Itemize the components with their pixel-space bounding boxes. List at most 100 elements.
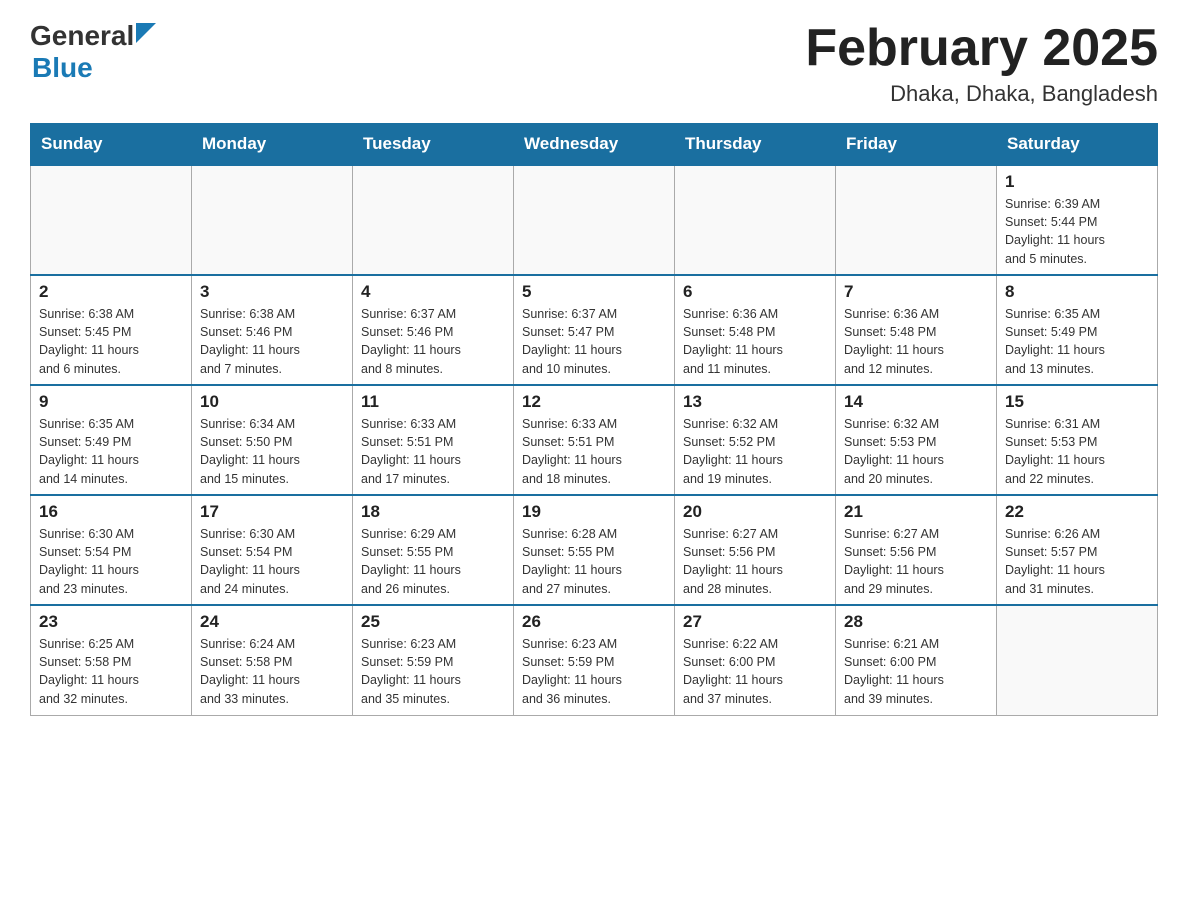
calendar-cell: 13 Sunrise: 6:32 AMSunset: 5:52 PMDayligh… [675,385,836,495]
calendar-cell: 1 Sunrise: 6:39 AMSunset: 5:44 PMDaylight… [997,165,1158,275]
day-info: Sunrise: 6:34 AMSunset: 5:50 PMDaylight:… [200,415,344,488]
weekday-header-sunday: Sunday [31,124,192,166]
calendar-cell: 9 Sunrise: 6:35 AMSunset: 5:49 PMDaylight… [31,385,192,495]
day-info: Sunrise: 6:27 AMSunset: 5:56 PMDaylight:… [844,525,988,598]
day-info: Sunrise: 6:23 AMSunset: 5:59 PMDaylight:… [361,635,505,708]
day-number: 1 [1005,172,1149,192]
title-area: February 2025 Dhaka, Dhaka, Bangladesh [805,20,1158,107]
calendar-cell: 16 Sunrise: 6:30 AMSunset: 5:54 PMDayligh… [31,495,192,605]
day-info: Sunrise: 6:39 AMSunset: 5:44 PMDaylight:… [1005,195,1149,268]
day-info: Sunrise: 6:30 AMSunset: 5:54 PMDaylight:… [200,525,344,598]
day-number: 12 [522,392,666,412]
weekday-header-friday: Friday [836,124,997,166]
location-title: Dhaka, Dhaka, Bangladesh [805,81,1158,107]
day-info: Sunrise: 6:23 AMSunset: 5:59 PMDaylight:… [522,635,666,708]
day-number: 11 [361,392,505,412]
calendar-cell: 27 Sunrise: 6:22 AMSunset: 6:00 PMDayligh… [675,605,836,715]
calendar-week-1: 1 Sunrise: 6:39 AMSunset: 5:44 PMDaylight… [31,165,1158,275]
calendar-cell: 22 Sunrise: 6:26 AMSunset: 5:57 PMDayligh… [997,495,1158,605]
day-info: Sunrise: 6:25 AMSunset: 5:58 PMDaylight:… [39,635,183,708]
day-number: 8 [1005,282,1149,302]
day-info: Sunrise: 6:27 AMSunset: 5:56 PMDaylight:… [683,525,827,598]
logo-triangle-icon [136,23,164,51]
day-info: Sunrise: 6:33 AMSunset: 5:51 PMDaylight:… [522,415,666,488]
day-number: 7 [844,282,988,302]
weekday-header-tuesday: Tuesday [353,124,514,166]
calendar-cell [514,165,675,275]
day-info: Sunrise: 6:21 AMSunset: 6:00 PMDaylight:… [844,635,988,708]
logo-general-text: General [30,20,134,52]
day-info: Sunrise: 6:31 AMSunset: 5:53 PMDaylight:… [1005,415,1149,488]
day-info: Sunrise: 6:35 AMSunset: 5:49 PMDaylight:… [39,415,183,488]
day-number: 26 [522,612,666,632]
calendar-cell: 4 Sunrise: 6:37 AMSunset: 5:46 PMDaylight… [353,275,514,385]
calendar-cell: 17 Sunrise: 6:30 AMSunset: 5:54 PMDayligh… [192,495,353,605]
calendar-week-3: 9 Sunrise: 6:35 AMSunset: 5:49 PMDaylight… [31,385,1158,495]
day-info: Sunrise: 6:35 AMSunset: 5:49 PMDaylight:… [1005,305,1149,378]
day-number: 13 [683,392,827,412]
page-header: General Blue February 2025 Dhaka, Dhaka,… [30,20,1158,107]
day-number: 10 [200,392,344,412]
calendar-cell: 21 Sunrise: 6:27 AMSunset: 5:56 PMDayligh… [836,495,997,605]
calendar-cell: 28 Sunrise: 6:21 AMSunset: 6:00 PMDayligh… [836,605,997,715]
day-number: 25 [361,612,505,632]
day-info: Sunrise: 6:29 AMSunset: 5:55 PMDaylight:… [361,525,505,598]
logo-blue-text: Blue [32,52,93,84]
calendar-cell: 20 Sunrise: 6:27 AMSunset: 5:56 PMDayligh… [675,495,836,605]
day-number: 21 [844,502,988,522]
calendar-cell: 2 Sunrise: 6:38 AMSunset: 5:45 PMDaylight… [31,275,192,385]
calendar-week-5: 23 Sunrise: 6:25 AMSunset: 5:58 PMDayligh… [31,605,1158,715]
day-info: Sunrise: 6:37 AMSunset: 5:46 PMDaylight:… [361,305,505,378]
day-number: 4 [361,282,505,302]
day-number: 14 [844,392,988,412]
day-number: 9 [39,392,183,412]
day-info: Sunrise: 6:28 AMSunset: 5:55 PMDaylight:… [522,525,666,598]
calendar-cell [353,165,514,275]
calendar-cell: 3Sunrise: 6:38 AMSunset: 5:46 PMDaylight… [192,275,353,385]
day-number: 23 [39,612,183,632]
calendar-cell: 11Sunrise: 6:33 AMSunset: 5:51 PMDayligh… [353,385,514,495]
day-info: Sunrise: 6:37 AMSunset: 5:47 PMDaylight:… [522,305,666,378]
logo: General Blue [30,20,164,84]
day-number: 17 [200,502,344,522]
day-info: Sunrise: 6:22 AMSunset: 6:00 PMDaylight:… [683,635,827,708]
calendar-cell: 12 Sunrise: 6:33 AMSunset: 5:51 PMDayligh… [514,385,675,495]
calendar-cell: 6 Sunrise: 6:36 AMSunset: 5:48 PMDaylight… [675,275,836,385]
calendar-cell: 25 Sunrise: 6:23 AMSunset: 5:59 PMDayligh… [353,605,514,715]
calendar-cell: 7 Sunrise: 6:36 AMSunset: 5:48 PMDaylight… [836,275,997,385]
day-info: Sunrise: 6:36 AMSunset: 5:48 PMDaylight:… [683,305,827,378]
month-title: February 2025 [805,20,1158,77]
day-number: 20 [683,502,827,522]
day-number: 6 [683,282,827,302]
day-info: Sunrise: 6:32 AMSunset: 5:53 PMDaylight:… [844,415,988,488]
calendar-header-row: SundayMondayTuesdayWednesdayThursdayFrid… [31,124,1158,166]
day-info: Sunrise: 6:32 AMSunset: 5:52 PMDaylight:… [683,415,827,488]
weekday-header-saturday: Saturday [997,124,1158,166]
calendar-cell [836,165,997,275]
day-number: 18 [361,502,505,522]
weekday-header-monday: Monday [192,124,353,166]
day-number: 22 [1005,502,1149,522]
calendar-cell: 15 Sunrise: 6:31 AMSunset: 5:53 PMDayligh… [997,385,1158,495]
calendar-cell [997,605,1158,715]
day-info: Sunrise: 6:30 AMSunset: 5:54 PMDaylight:… [39,525,183,598]
day-info: Sunrise: 6:26 AMSunset: 5:57 PMDaylight:… [1005,525,1149,598]
day-number: 28 [844,612,988,632]
weekday-header-thursday: Thursday [675,124,836,166]
weekday-header-wednesday: Wednesday [514,124,675,166]
calendar-week-2: 2 Sunrise: 6:38 AMSunset: 5:45 PMDaylight… [31,275,1158,385]
day-info: Sunrise: 6:36 AMSunset: 5:48 PMDaylight:… [844,305,988,378]
calendar-table: SundayMondayTuesdayWednesdayThursdayFrid… [30,123,1158,716]
day-number: 2 [39,282,183,302]
calendar-cell: 26 Sunrise: 6:23 AMSunset: 5:59 PMDayligh… [514,605,675,715]
day-number: 27 [683,612,827,632]
calendar-cell: 19Sunrise: 6:28 AMSunset: 5:55 PMDayligh… [514,495,675,605]
calendar-cell: 24Sunrise: 6:24 AMSunset: 5:58 PMDayligh… [192,605,353,715]
day-number: 24 [200,612,344,632]
day-number: 16 [39,502,183,522]
day-info: Sunrise: 6:38 AMSunset: 5:45 PMDaylight:… [39,305,183,378]
day-number: 15 [1005,392,1149,412]
calendar-week-4: 16 Sunrise: 6:30 AMSunset: 5:54 PMDayligh… [31,495,1158,605]
calendar-cell [31,165,192,275]
calendar-cell: 8 Sunrise: 6:35 AMSunset: 5:49 PMDaylight… [997,275,1158,385]
